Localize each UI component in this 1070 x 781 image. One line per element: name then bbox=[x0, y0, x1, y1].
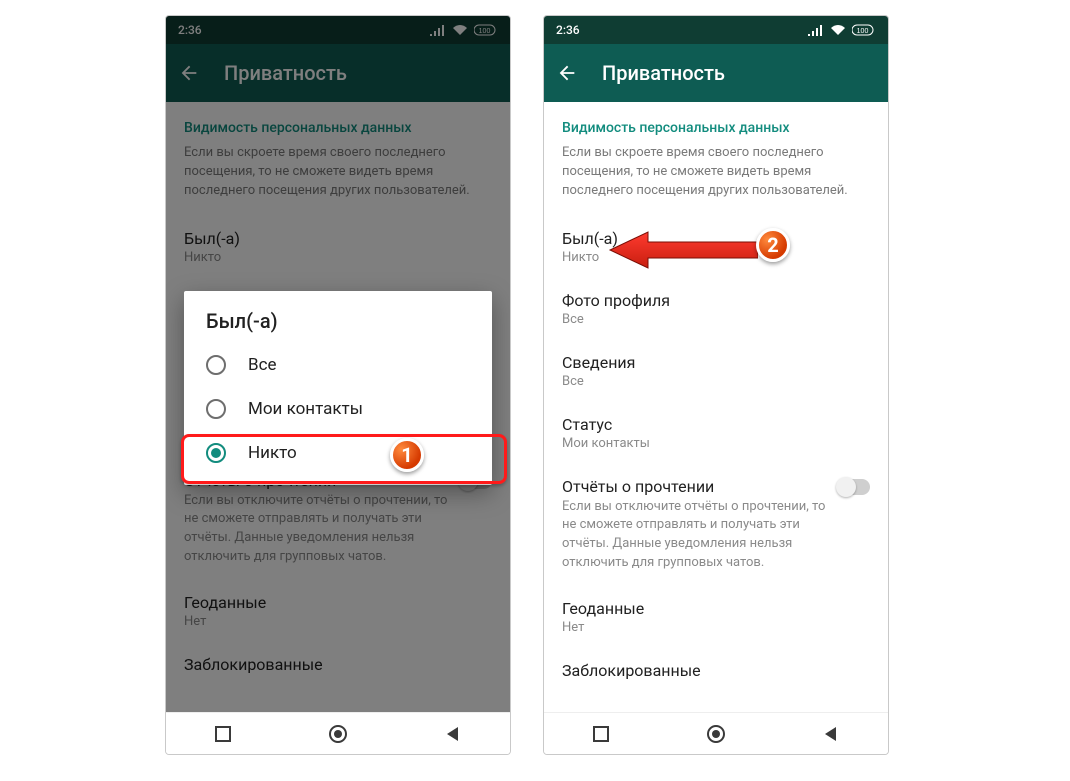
android-nav-bar bbox=[544, 712, 888, 754]
setting-value: Все bbox=[562, 312, 870, 327]
nav-home-icon[interactable] bbox=[705, 723, 727, 745]
setting-blocked[interactable]: Заблокированные bbox=[544, 649, 888, 694]
app-bar: Приватность bbox=[544, 44, 888, 102]
wifi-icon bbox=[830, 24, 846, 36]
setting-value: Никто bbox=[562, 250, 870, 265]
setting-geo[interactable]: Геоданные Нет bbox=[544, 587, 888, 649]
setting-label: Был(-а) bbox=[562, 229, 870, 248]
radio-label: Мои контакты bbox=[248, 399, 363, 419]
phone-screenshot-right: 2:36 100 Приватность Видимость персональ… bbox=[543, 15, 889, 755]
radio-label: Никто bbox=[248, 443, 297, 463]
back-icon[interactable] bbox=[556, 62, 578, 84]
clock: 2:36 bbox=[556, 23, 580, 37]
radio-dialog: Был(-а) Все Мои контакты Никто bbox=[184, 291, 492, 485]
dialog-title: Был(-а) bbox=[184, 309, 492, 343]
svg-text:100: 100 bbox=[857, 28, 869, 35]
radio-icon bbox=[206, 399, 226, 419]
nav-home-icon[interactable] bbox=[327, 723, 349, 745]
android-nav-bar bbox=[166, 712, 510, 754]
signal-icon bbox=[808, 24, 824, 36]
setting-last-seen[interactable]: Был(-а) Никто bbox=[544, 217, 888, 279]
status-icons: 100 bbox=[808, 24, 876, 36]
nav-back-icon[interactable] bbox=[822, 725, 840, 743]
radio-option-all[interactable]: Все bbox=[184, 343, 492, 387]
setting-value: Нет bbox=[562, 620, 870, 635]
setting-description: Если вы отключите отчёты о прочтении, то… bbox=[562, 498, 828, 573]
setting-label: Заблокированные bbox=[562, 661, 870, 680]
settings-content: Видимость персональных данных Если вы ск… bbox=[544, 102, 888, 712]
toggle-switch[interactable] bbox=[838, 479, 870, 495]
setting-label: Статус bbox=[562, 415, 870, 434]
setting-label: Геоданные bbox=[562, 599, 870, 618]
setting-label: Отчёты о прочтении bbox=[562, 477, 828, 496]
battery-icon: 100 bbox=[852, 24, 876, 36]
setting-label: Сведения bbox=[562, 353, 870, 372]
setting-read-receipts[interactable]: Отчёты о прочтении Если вы отключите отч… bbox=[544, 465, 888, 587]
section-header: Видимость персональных данных bbox=[544, 102, 888, 140]
setting-status[interactable]: Статус Мои контакты bbox=[544, 403, 888, 465]
setting-value: Все bbox=[562, 374, 870, 389]
status-bar: 2:36 100 bbox=[544, 16, 888, 44]
radio-option-nobody[interactable]: Никто bbox=[184, 431, 492, 475]
section-description: Если вы скроете время своего последнего … bbox=[544, 140, 888, 217]
phone-screenshot-left: 2:36 100 Приватность Видимость персональ… bbox=[165, 15, 511, 755]
page-title: Приватность bbox=[602, 61, 725, 85]
radio-label: Все bbox=[248, 355, 277, 375]
nav-recent-icon[interactable] bbox=[592, 725, 610, 743]
radio-icon bbox=[206, 355, 226, 375]
setting-about[interactable]: Сведения Все bbox=[544, 341, 888, 403]
nav-recent-icon[interactable] bbox=[214, 725, 232, 743]
setting-value: Мои контакты bbox=[562, 436, 870, 451]
radio-icon bbox=[206, 443, 226, 463]
nav-back-icon[interactable] bbox=[444, 725, 462, 743]
setting-profile-photo[interactable]: Фото профиля Все bbox=[544, 279, 888, 341]
setting-label: Фото профиля bbox=[562, 291, 870, 310]
radio-option-contacts[interactable]: Мои контакты bbox=[184, 387, 492, 431]
